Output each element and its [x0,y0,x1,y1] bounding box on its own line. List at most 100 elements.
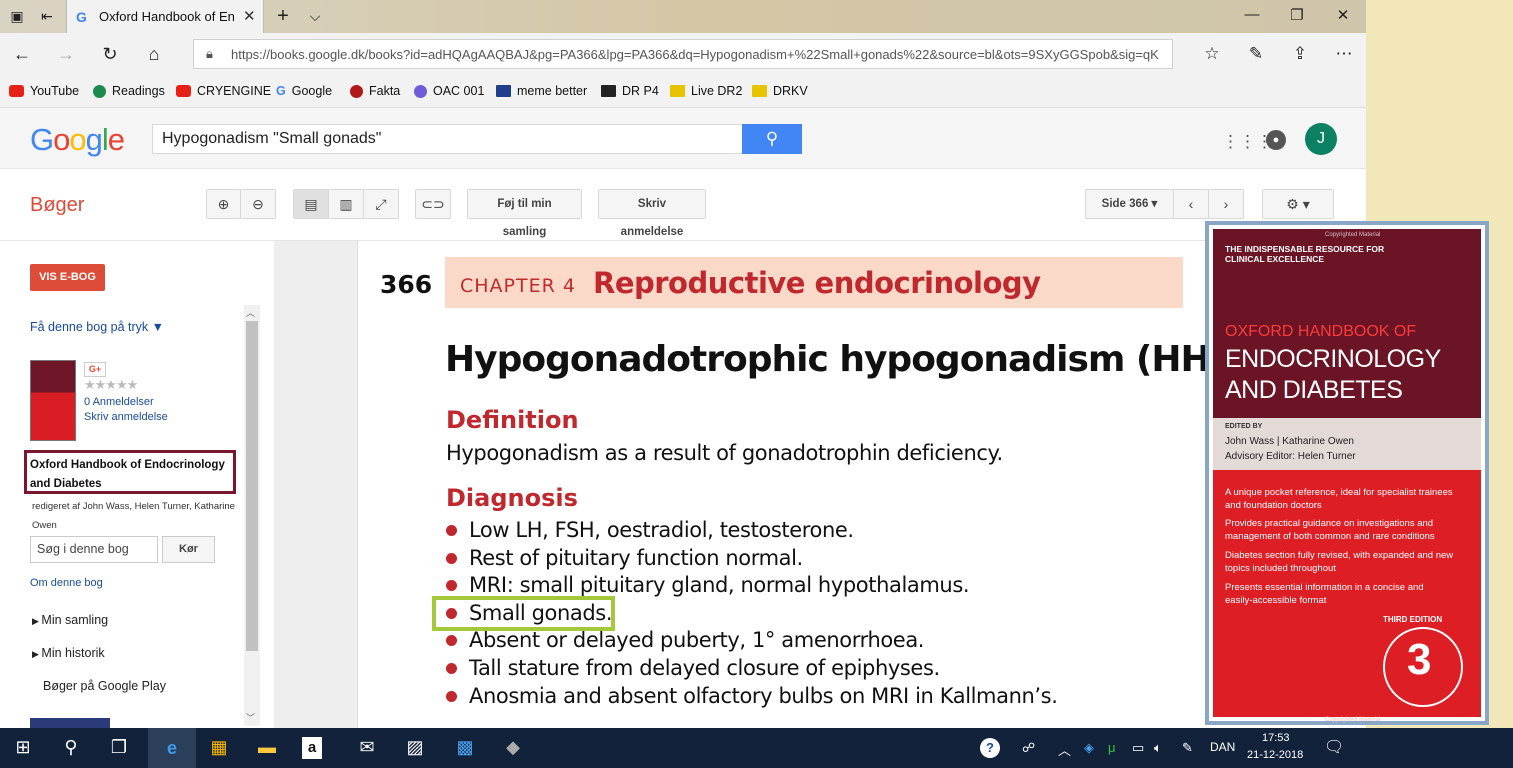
favorites-star-icon[interactable]: ☆ [1200,44,1224,64]
fullscreen-button[interactable]: ⤢ [363,189,399,219]
search-icon[interactable]: ⚲ [56,737,86,758]
sidebar-scroll-thumb[interactable] [246,321,258,651]
page-select[interactable]: Side 366 ▾ [1085,189,1174,219]
tab-actions-icon[interactable]: ▣ [6,6,28,26]
google-header: Google Hypogonadism "Small gonads" ⚲ ⋮⋮⋮… [0,108,1366,169]
volume-icon[interactable]: 🔈︎ [1154,740,1162,756]
task-view-icon[interactable]: ❐ [104,737,134,758]
cover-tagline-1: THE INDISPENSABLE RESOURCE FOR [1225,244,1385,254]
google-logo[interactable]: Google [30,122,125,158]
write-review-link[interactable]: Skriv anmeldelse [84,411,168,423]
cover-blurb: A unique pocket reference, ideal for spe… [1225,487,1453,498]
restore-icon[interactable]: ❐ [1282,6,1312,24]
reviews-link[interactable]: 0 Anmeldelser [84,396,154,408]
youtube-icon [176,85,191,97]
diagnosis-item: Absent or delayed puberty, 1° amenorrhoe… [446,628,924,652]
clock-date[interactable]: 21-12-2018 [1247,749,1303,761]
view-ebook-button[interactable]: VIS E-BOG [30,264,105,291]
amazon-icon[interactable]: a [302,737,322,759]
favorite-fakta[interactable]: Fakta [350,84,400,98]
zoom-in-button[interactable]: ⊕ [206,189,241,219]
language-indicator[interactable]: DAN [1210,740,1235,754]
my-collection-item[interactable]: ▶ Min samling [32,613,108,627]
people-icon[interactable]: ☍ [1022,740,1035,756]
zoom-out-icon: ⊖ [252,196,264,212]
two-page-icon: ▥ [339,196,353,212]
favorite-oac[interactable]: OAC 001 [414,84,484,98]
new-tab-icon[interactable]: + [272,6,294,26]
section-title[interactable]: Bøger [30,194,84,217]
my-history-item[interactable]: ▶ Min historik [32,646,105,660]
favorite-cryengine[interactable]: CRYENGINE [176,84,271,98]
search-button[interactable]: ⚲ [742,124,802,154]
edge-icon[interactable]: e [148,728,196,768]
highlight-box [432,596,615,631]
home-icon[interactable]: ⌂ [142,44,166,65]
book-thumbnail[interactable] [30,360,76,441]
refresh-icon[interactable]: ↻ [98,44,122,65]
battery-icon[interactable]: ▭ [1132,740,1144,756]
window-close-icon[interactable]: ✕ [1328,6,1358,24]
favorite-live-dr2[interactable]: Live DR2 [670,84,742,98]
write-review-button[interactable]: Skriv anmeldelse [598,189,706,238]
get-print-book-link[interactable]: Få denne bog på tryk ▼ [30,320,164,334]
dropbox-icon[interactable]: ◈ [1084,740,1094,756]
google-play-books-link[interactable]: Bøger på Google Play [43,679,166,693]
store-icon[interactable]: ▦ [204,737,234,758]
forward-icon[interactable]: → [54,44,78,65]
more-icon[interactable]: ⋯ [1332,44,1356,64]
rating-stars: ★★★★★ [84,377,138,392]
add-to-collection-button[interactable]: Føj til min samling [467,189,582,238]
windows-start-icon[interactable]: ⊞ [8,737,38,758]
set-tabs-aside-icon[interactable]: ⇤ [36,6,58,26]
zoom-out-button[interactable]: ⊖ [240,189,276,219]
google-icon: G [276,84,286,98]
cover-blurb: topics included throughout [1225,563,1336,574]
mail-icon[interactable]: ✉ [352,737,382,758]
back-icon[interactable]: ← [10,44,34,65]
scroll-down-icon[interactable]: ﹀ [246,711,255,724]
pen-icon[interactable]: ✎ [1182,740,1193,756]
favorite-youtube[interactable]: YouTube [9,84,79,98]
two-page-view-button[interactable]: ▥ [328,189,364,219]
notifications-icon[interactable]: ● [1266,130,1286,150]
favorite-google[interactable]: G Google [276,84,332,98]
help-icon[interactable]: ? [980,738,1000,758]
clock-time[interactable]: 17:53 [1262,732,1290,744]
avatar[interactable]: J [1305,123,1337,155]
minimize-icon[interactable]: — [1237,6,1267,23]
browser-window: ▣ ⇤ G Oxford Handbook of En ✕ + ⌵ — ❐ ✕ … [0,0,1366,728]
tab-close-icon[interactable]: ✕ [243,7,256,25]
cover-blurb: easily-accessible format [1225,595,1327,606]
photos-icon[interactable]: ▨ [400,737,430,758]
favorite-dr-p4[interactable]: DR P4 [601,84,659,98]
fakta-icon [350,84,363,98]
video-editor-icon[interactable]: ▩ [450,737,480,758]
previous-page-button[interactable]: ‹ [1173,189,1209,219]
scroll-up-icon[interactable]: ︿ [246,306,255,319]
single-page-view-button[interactable]: ▤ [293,189,329,219]
link-button[interactable]: ⊂⊃ [415,189,451,219]
favorite-drkv[interactable]: DRKV [752,84,808,98]
url-field[interactable]: 🔒︎ https://books.google.dk/books?id=adHQ… [193,39,1173,69]
search-in-book-input[interactable]: Søg i denne bog [30,536,158,563]
gear-icon: ⚙ [1286,196,1299,212]
pen-notes-icon[interactable]: ✎ [1244,44,1268,64]
favorite-meme-better[interactable]: meme better [496,84,587,98]
search-input[interactable]: Hypogonadism "Small gonads" [152,124,744,154]
utorrent-icon[interactable]: μ [1108,740,1116,755]
search-in-book-button[interactable]: Kør [162,536,215,563]
tab-active[interactable]: G Oxford Handbook of En ✕ [66,0,264,33]
gplus-button[interactable]: G+ [84,362,106,377]
notification-center-icon[interactable]: 🗨︎ [1324,737,1344,757]
definition-title: Definition [446,406,579,434]
app-icon[interactable]: ◆ [498,737,528,758]
next-page-button[interactable]: › [1208,189,1244,219]
file-explorer-icon[interactable]: ▬ [252,737,282,758]
tab-preview-chevron-icon[interactable]: ⌵ [304,6,326,26]
favorite-readings[interactable]: Readings [93,84,165,98]
about-book-link[interactable]: Om denne bog [30,577,103,589]
settings-button[interactable]: ⚙ ▾ [1262,189,1334,219]
share-icon[interactable]: ⇪ [1288,44,1312,64]
chevron-up-icon[interactable]: ︿ [1058,740,1071,759]
